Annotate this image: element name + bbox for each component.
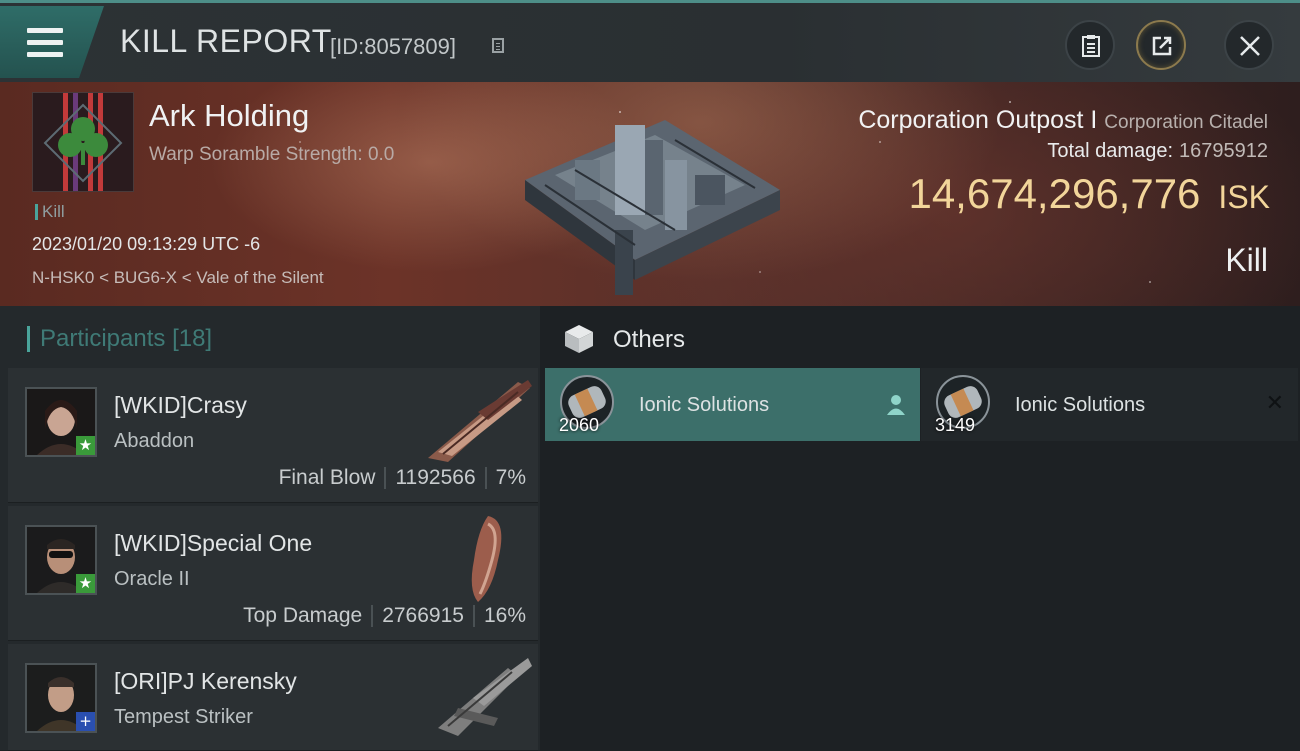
item-card[interactable]: 2060 Ionic Solutions	[545, 368, 920, 441]
victim-ship-type: Corporation Outpost I Corporation Citade…	[858, 106, 1268, 134]
warp-scramble-strength: Warp Soramble Strength: 0.0	[149, 144, 395, 165]
item-quantity: 3149	[935, 415, 976, 435]
item-name: Ionic Solutions	[1015, 394, 1146, 416]
menu-button[interactable]	[0, 6, 104, 78]
total-damage: Total damage: 16795912	[1047, 140, 1268, 162]
kill-location: N-HSK0 < BUG6-X < Vale of the Silent	[32, 268, 324, 287]
participant-name: [ORI]PJ Kerensky	[114, 668, 297, 694]
close-button[interactable]	[1224, 20, 1274, 70]
participant-name: [WKID]Crasy	[114, 392, 247, 418]
person-icon[interactable]	[886, 394, 906, 416]
participant-row[interactable]: ★ [WKID]Crasy Abaddon Final Blow 1192566 7…	[8, 368, 538, 503]
isk-value: 14,674,296,776 ISK	[908, 170, 1270, 217]
participant-role: Top Damage	[243, 604, 363, 627]
isk-unit: ISK	[1218, 179, 1270, 215]
corp-logo	[32, 92, 134, 192]
ship-image	[428, 380, 532, 462]
item-name: Ionic Solutions	[639, 394, 770, 416]
victim-corp-name: Ark Holding	[149, 98, 310, 133]
kill-tag: Kill	[35, 203, 65, 220]
victim-ship-class: Corporation Citadel	[1104, 112, 1268, 133]
participant-ship: Tempest Striker	[114, 706, 253, 728]
total-damage-value: 16795912	[1179, 140, 1268, 162]
clipboard-button[interactable]	[1065, 20, 1115, 70]
star-icon: ★	[76, 436, 95, 455]
participant-ship: Oracle II	[114, 568, 190, 590]
avatar[interactable]: ★	[25, 525, 97, 595]
structure-image	[525, 120, 780, 295]
others-title: Others	[613, 326, 686, 353]
participant-stats: Final Blow 1192566 7%	[279, 466, 526, 490]
participant-damage: 1192566	[395, 466, 476, 489]
participant-row[interactable]: ★ [WKID]Special One Oracle II Top Damage…	[8, 506, 538, 641]
avatar[interactable]: +	[25, 663, 97, 733]
kill-datetime: 2023/01/20 09:13:29 UTC -6	[32, 234, 261, 254]
plus-icon: +	[76, 712, 95, 731]
participant-damage: 2766915	[382, 604, 464, 627]
share-button[interactable]	[1136, 20, 1186, 70]
item-card[interactable]: 3149 Ionic Solutions ✕	[921, 368, 1298, 441]
avatar[interactable]: ★	[25, 387, 97, 457]
participant-ship: Abaddon	[114, 430, 195, 452]
page-title: KILL REPORT	[120, 23, 332, 59]
item-quantity: 2060	[559, 415, 600, 435]
ship-image	[471, 516, 502, 602]
participant-name: [WKID]Special One	[114, 530, 313, 556]
ship-image	[438, 658, 532, 736]
participants-header: Participants [18]	[27, 326, 212, 352]
close-icon	[1240, 36, 1260, 56]
participant-role: Final Blow	[278, 466, 376, 489]
participant-percent: 16%	[483, 604, 526, 627]
participant-percent: 7%	[495, 466, 526, 489]
report-id: [ID:8057809]	[330, 34, 456, 59]
participants-count: [18]	[172, 325, 213, 352]
share-icon	[1152, 36, 1172, 56]
kill-result: Kill	[1225, 242, 1268, 278]
top-bar: KILL REPORT [ID:8057809]	[0, 0, 1300, 82]
participant-stats: Top Damage 2766915 16%	[243, 604, 526, 628]
clipboard-icon	[1082, 35, 1100, 57]
star-icon: ★	[76, 574, 95, 593]
participant-row[interactable]: + [ORI]PJ Kerensky Tempest Striker	[8, 644, 538, 751]
cargo-box-icon	[565, 325, 593, 353]
copy-icon[interactable]	[492, 38, 504, 53]
close-icon[interactable]: ✕	[1266, 393, 1284, 415]
